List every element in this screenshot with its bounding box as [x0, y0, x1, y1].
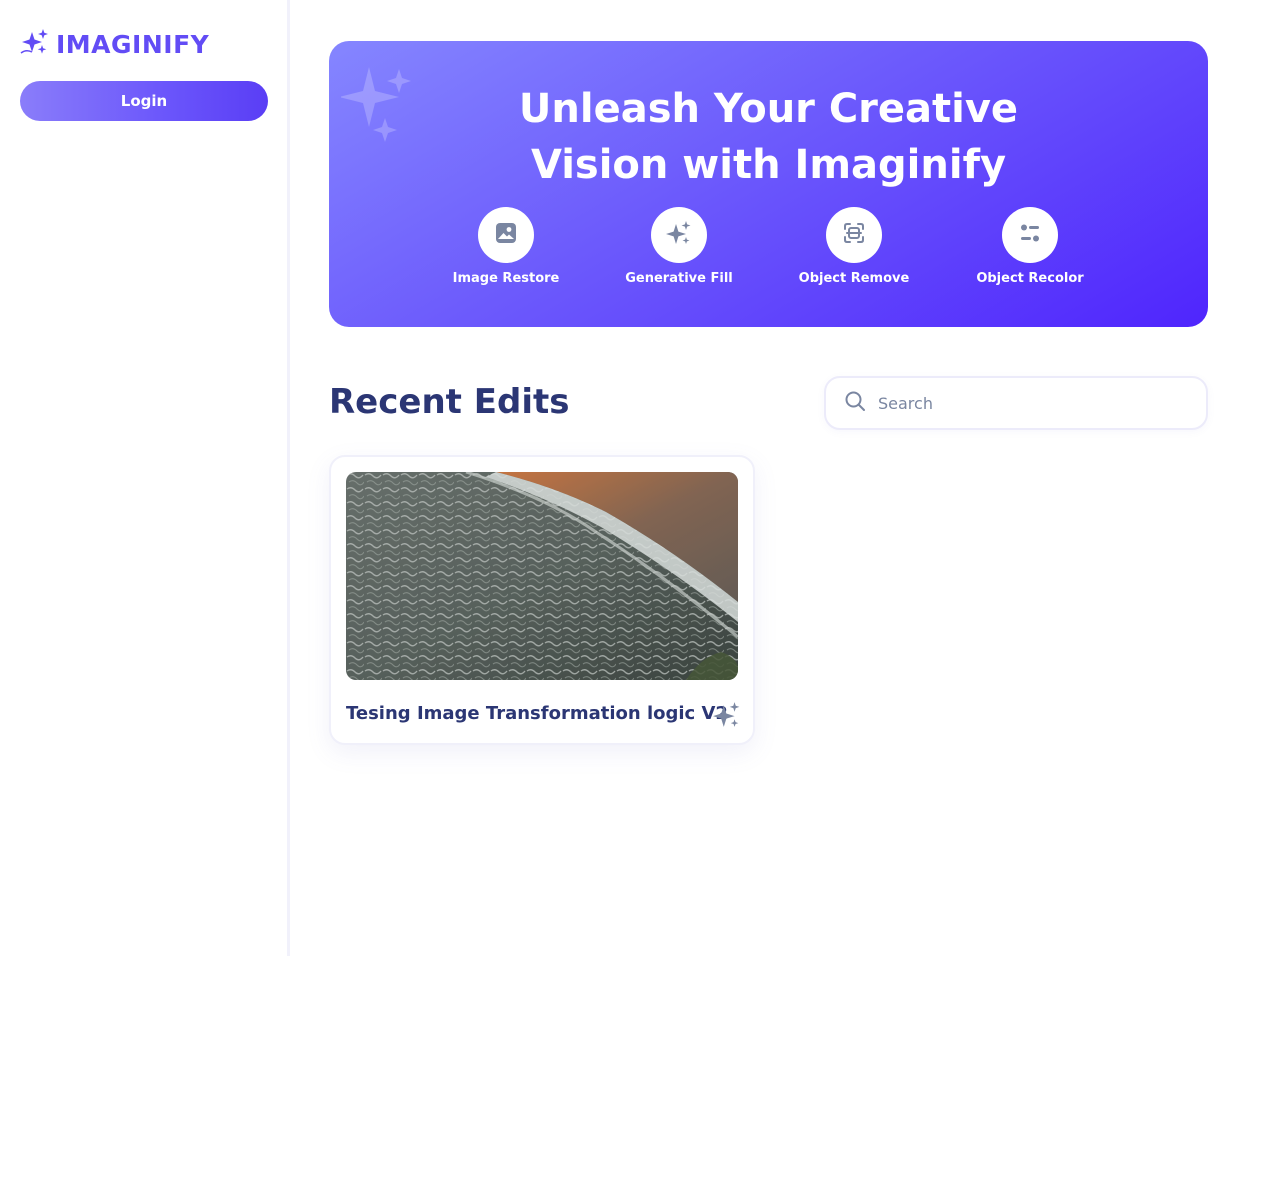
filter-icon	[1018, 221, 1042, 249]
search-input[interactable]	[878, 393, 1178, 413]
tool-icon-circle	[651, 207, 707, 263]
tool-label: Object Recolor	[976, 271, 1084, 286]
sidebar: IMAGINIFY Login	[0, 0, 290, 956]
logo-text: IMAGINIFY	[56, 29, 210, 59]
stars-icon	[666, 220, 692, 250]
logo-stars-icon	[20, 28, 50, 60]
tool-object-remove[interactable]: Object Remove	[774, 207, 934, 286]
stars-icon	[713, 701, 741, 733]
login-button[interactable]: Login	[20, 81, 268, 121]
recent-edit-thumbnail[interactable]	[346, 472, 738, 680]
search-box[interactable]	[824, 376, 1208, 430]
hero-title-line-2: Vision with Imaginify	[530, 142, 1007, 188]
image-icon	[494, 221, 518, 249]
recent-edits-title: Recent Edits	[329, 382, 570, 422]
tool-icon-circle	[1002, 207, 1058, 263]
tool-image-restore[interactable]: Image Restore	[426, 207, 586, 286]
tool-generative-fill[interactable]: Generative Fill	[599, 207, 759, 286]
hero-title-line-1: Unleash Your Creative	[518, 86, 1019, 132]
tool-icon-circle	[826, 207, 882, 263]
recent-edit-card[interactable]: Tesing Image Transformation logic V2	[329, 455, 755, 745]
tool-label: Image Restore	[452, 271, 560, 286]
search-icon	[844, 390, 866, 416]
logo[interactable]: IMAGINIFY	[20, 28, 209, 60]
tool-icon-circle	[478, 207, 534, 263]
recent-edit-title: Tesing Image Transformation logic V2	[346, 703, 728, 724]
tool-label: Generative Fill	[625, 271, 733, 286]
scan-icon	[842, 221, 866, 249]
hero-title: Unleash Your Creative Vision with Imagin…	[329, 81, 1208, 193]
hero-banner: Unleash Your Creative Vision with Imagin…	[329, 41, 1208, 327]
tool-label: Object Remove	[798, 271, 910, 286]
tool-object-recolor[interactable]: Object Recolor	[950, 207, 1110, 286]
